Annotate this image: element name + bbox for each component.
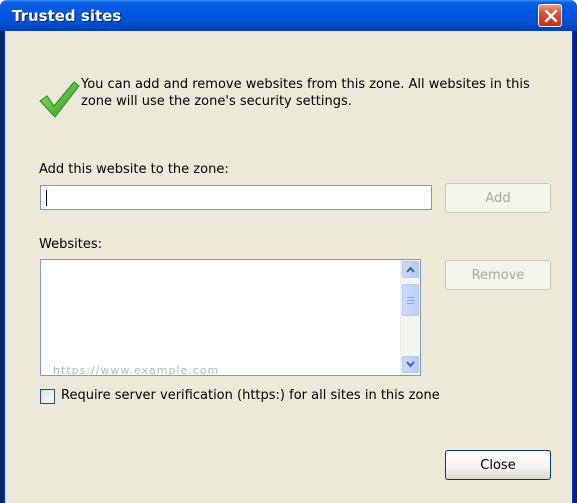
vertical-scrollbar[interactable] <box>400 260 420 375</box>
close-button[interactable]: Close <box>445 450 551 480</box>
window-title: Trusted sites <box>12 7 122 25</box>
dialog-body: You can add and remove websites from thi… <box>4 31 573 503</box>
add-site-input[interactable] <box>40 185 432 210</box>
text-caret <box>46 190 47 206</box>
chevron-down-icon <box>406 361 415 368</box>
info-text: You can add and remove websites from thi… <box>81 77 530 109</box>
thumb-grip <box>407 303 414 304</box>
https-verification-label[interactable]: Require server verification (https:) for… <box>61 388 440 403</box>
thumb-grip <box>407 297 414 298</box>
scroll-thumb[interactable] <box>402 284 419 316</box>
https-verification-checkbox[interactable] <box>40 389 55 404</box>
close-icon <box>544 9 558 23</box>
green-checkmark-icon <box>39 81 80 118</box>
websites-label: Websites: <box>39 237 102 252</box>
scroll-up-button[interactable] <box>402 261 419 278</box>
add-site-label: Add this website to the zone: <box>39 162 229 177</box>
list-item[interactable]: https://www.example.com <box>53 364 219 375</box>
scroll-down-button[interactable] <box>402 356 419 373</box>
chevron-up-icon <box>406 266 415 273</box>
window-close-button[interactable] <box>538 4 562 27</box>
remove-button[interactable]: Remove <box>445 260 551 290</box>
trusted-sites-window: Trusted sites You can add and remove web… <box>0 0 577 503</box>
thumb-grip <box>407 300 414 301</box>
title-bar: Trusted sites <box>0 0 577 31</box>
websites-list[interactable]: https://www.example.com <box>40 259 421 376</box>
add-button[interactable]: Add <box>445 183 551 213</box>
